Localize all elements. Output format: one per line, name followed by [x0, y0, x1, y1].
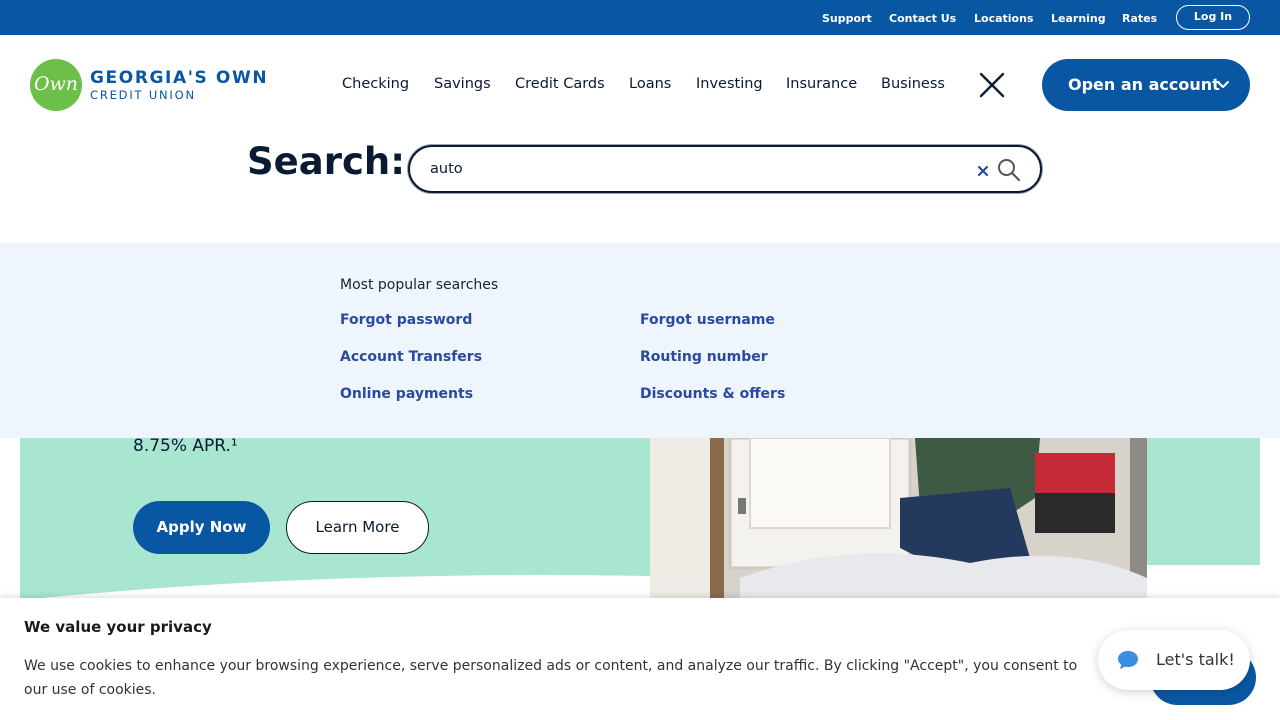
popular-link-online-payments[interactable]: Online payments: [340, 386, 473, 402]
open-account-label: Open an account: [1068, 75, 1220, 94]
nav-item-business[interactable]: Business: [881, 76, 945, 92]
search-input-value: auto: [430, 161, 463, 177]
hero-photo: [650, 438, 1147, 600]
hero-wave: [20, 575, 650, 600]
popular-searches-panel: Most popular searches Forgot password Ac…: [0, 243, 1280, 438]
cookie-banner-title: We value your privacy: [24, 618, 212, 636]
logo-mark: Own: [30, 59, 82, 111]
nav-item-savings[interactable]: Savings: [434, 76, 491, 92]
popular-link-forgot-username[interactable]: Forgot username: [640, 312, 775, 328]
learn-more-button[interactable]: Learn More: [286, 501, 429, 554]
nav-item-checking[interactable]: Checking: [342, 76, 409, 92]
hero-apr-text: 8.75% APR.¹: [133, 436, 238, 456]
popular-link-discounts-offers[interactable]: Discounts & offers: [640, 386, 785, 402]
clear-search-icon[interactable]: [976, 164, 990, 178]
search-input[interactable]: auto: [408, 145, 1042, 193]
utility-link-learning[interactable]: Learning: [1051, 12, 1106, 25]
nav-item-insurance[interactable]: Insurance: [786, 76, 857, 92]
close-icon[interactable]: [978, 71, 1006, 99]
nav-item-loans[interactable]: Loans: [629, 76, 671, 92]
chat-icon: [1118, 651, 1138, 669]
utility-link-support[interactable]: Support: [822, 12, 872, 25]
chat-label: Let's talk!: [1156, 650, 1235, 669]
utility-bar: Support Contact Us Locations Learning Ra…: [0, 0, 1280, 35]
search-label: Search:: [247, 140, 406, 183]
utility-link-locations[interactable]: Locations: [974, 12, 1033, 25]
cookie-banner: We value your privacy We use cookies to …: [0, 598, 1280, 720]
popular-link-forgot-password[interactable]: Forgot password: [340, 312, 472, 328]
nav-item-investing[interactable]: Investing: [696, 76, 763, 92]
popular-link-routing-number[interactable]: Routing number: [640, 349, 768, 365]
open-account-button[interactable]: Open an account: [1042, 59, 1250, 111]
login-button[interactable]: Log In: [1176, 5, 1250, 30]
cookie-banner-text: We use cookies to enhance your browsing …: [24, 658, 1078, 698]
utility-link-contact-us[interactable]: Contact Us: [889, 12, 956, 25]
chevron-down-icon: [1217, 81, 1229, 88]
chat-button[interactable]: Let's talk!: [1098, 630, 1250, 690]
nav-item-credit-cards[interactable]: Credit Cards: [515, 76, 605, 92]
hero-accent: [1147, 438, 1260, 565]
search-icon[interactable]: [996, 157, 1022, 183]
popular-searches-title: Most popular searches: [340, 277, 499, 293]
apply-now-button[interactable]: Apply Now: [133, 501, 270, 554]
logo-name: GEORGIA'S OWN: [90, 68, 269, 88]
popular-link-account-transfers[interactable]: Account Transfers: [340, 349, 482, 365]
utility-link-rates[interactable]: Rates: [1122, 12, 1157, 25]
logo-subtitle: CREDIT UNION: [90, 88, 196, 102]
